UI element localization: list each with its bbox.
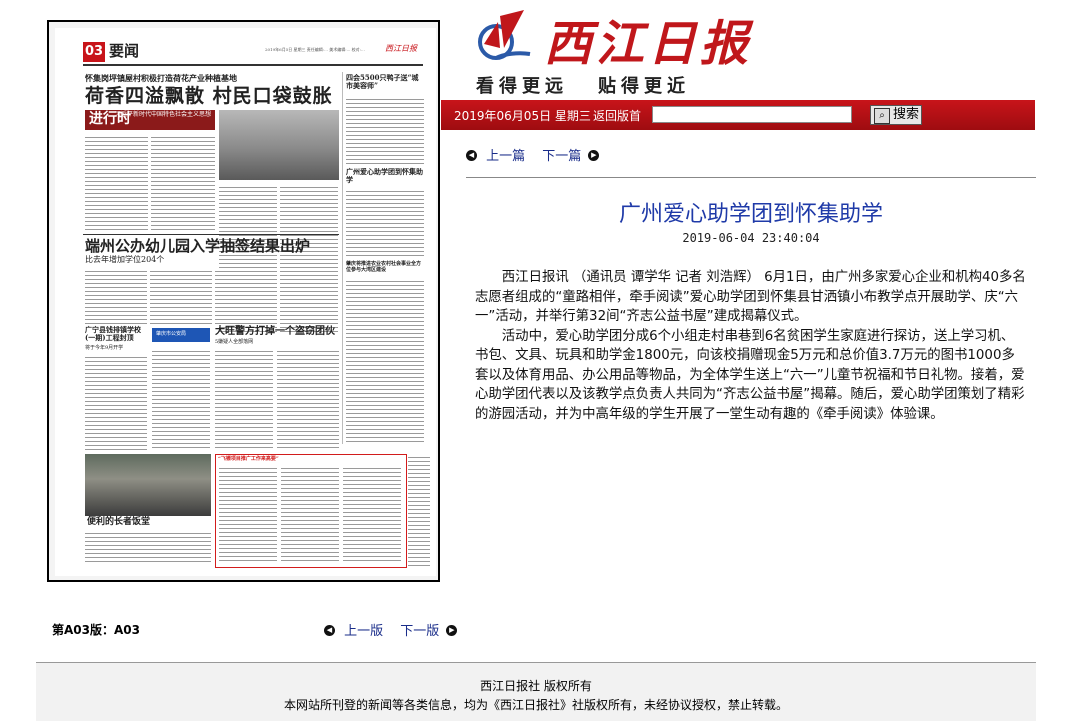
brief3-text bbox=[346, 278, 424, 442]
box-text bbox=[85, 354, 147, 450]
search-icon: ⌕ bbox=[874, 108, 890, 124]
story3-text-col2 bbox=[215, 348, 273, 450]
article-paragraph: 西江日报讯 （通讯员 谭学华 记者 刘浩辉） 6月1日，由广州多家爱心企业和机构… bbox=[475, 270, 1026, 324]
sail-logo-icon bbox=[478, 10, 531, 60]
footer-copyright: 西江日报社 版权所有 bbox=[480, 679, 592, 693]
next-article-link[interactable]: 下一篇 bbox=[542, 149, 581, 164]
story1-text-col4 bbox=[280, 184, 338, 334]
story3-text-col1 bbox=[152, 348, 210, 450]
story3-subhead: 5嫌疑人全部落网 bbox=[215, 339, 254, 345]
prev-page-arrow-icon: ◀ bbox=[324, 625, 335, 636]
prev-arrow-icon: ◀ bbox=[466, 150, 477, 161]
story3-headline: 大旺警方打掉一个盗窃团伙 bbox=[215, 326, 335, 337]
slogan-right: 贴得更近 bbox=[598, 76, 690, 97]
prev-page-link[interactable]: 上一版 bbox=[344, 624, 383, 639]
right-col-text bbox=[408, 454, 430, 566]
header-rule bbox=[83, 64, 423, 66]
story2-text-col3 bbox=[215, 268, 277, 324]
brief1-text bbox=[346, 96, 424, 164]
next-page-arrow-icon: ▶ bbox=[446, 625, 458, 636]
lotus-field-photo bbox=[219, 110, 339, 180]
next-page-link[interactable]: 下一版 bbox=[400, 624, 439, 639]
special-banner: 习近平新时代中国特色社会主义思想 进行时 bbox=[85, 110, 215, 130]
brief2-text bbox=[346, 188, 424, 258]
issue-date: 2019年06月05日 星期三 bbox=[454, 109, 591, 123]
story1-headline: 荷香四溢飘散 村民口袋鼓胀 bbox=[85, 85, 333, 107]
elderly-canteen-photo bbox=[85, 454, 211, 516]
search-button[interactable]: ⌕ 搜索 bbox=[870, 105, 922, 125]
article-body: 西江日报讯 （通讯员 谭学华 记者 刘浩辉） 6月1日，由广州多家爱心企业和机构… bbox=[475, 268, 1027, 424]
article-title: 广州爱心助学团到怀集助学 bbox=[618, 202, 883, 227]
page-header-meta: 2019年6月5日 星期三 责任编辑:... 美术编辑:... 校对:... bbox=[265, 47, 365, 52]
slogan-left: 看得更远 bbox=[476, 76, 568, 97]
newspaper-page-image[interactable]: 03 要闻 2019年6月5日 星期三 责任编辑:... 美术编辑:... 校对… bbox=[47, 20, 440, 582]
box-subhead: 将于今年9月开学 bbox=[85, 345, 124, 351]
article-nav: ◀ 上一篇 下一篇 ▶ bbox=[466, 145, 600, 164]
story2-text-col2 bbox=[150, 268, 212, 324]
section-title: 要闻 bbox=[109, 42, 140, 60]
article-timestamp: 2019-06-04 23:40:04 bbox=[682, 231, 820, 245]
story1-text-col1 bbox=[85, 134, 148, 232]
story2-subhead: 比去年增加学位204个 bbox=[85, 255, 165, 264]
page-label: 第A03版：A03 bbox=[52, 623, 140, 637]
article-divider bbox=[466, 177, 1036, 178]
paper-name-small: 西江日报 bbox=[385, 44, 417, 53]
brief1-headline: 四会5500只鸭子送“城市美容师” bbox=[346, 73, 419, 90]
brand-logo-text: 西江日报 bbox=[544, 16, 753, 72]
box-headline: 广宁县钱排镇学校(一期)工程封顶 bbox=[85, 325, 141, 342]
next-arrow-icon: ▶ bbox=[588, 150, 600, 161]
feature-box: “飞镖项目推广工作来高要” bbox=[215, 454, 407, 568]
story3-text-col3 bbox=[277, 348, 339, 450]
story2-headline: 端州公办幼儿园入学抽签结果出炉 bbox=[85, 237, 311, 255]
brief2-headline: 广州爱心助学团到怀集助学 bbox=[346, 167, 423, 184]
article-paragraph: 活动中，爱心助学团分成6个小组走村串巷到6名贫困学生家庭进行探访，送上学习机、书… bbox=[475, 328, 1025, 422]
page-nav: ◀ 上一版 下一版 ▶ bbox=[324, 620, 458, 639]
story2-text-col1 bbox=[85, 268, 147, 324]
story1-text-col2 bbox=[151, 134, 215, 232]
column-divider bbox=[342, 72, 343, 444]
search-input[interactable] bbox=[652, 106, 852, 123]
newspaper-page: 03 要闻 2019年6月5日 星期三 责任编辑:... 美术编辑:... 校对… bbox=[55, 28, 436, 576]
police-logo-bar: 肇庆市公安局 bbox=[152, 328, 210, 342]
page-number-badge: 03 bbox=[83, 42, 105, 62]
prev-article-link[interactable]: 上一篇 bbox=[486, 149, 525, 164]
back-to-front-page-link[interactable]: 返回版首 bbox=[593, 107, 641, 124]
story1-kicker: 怀集岗坪镇屋村积极打造荷花产业种植基地 bbox=[85, 73, 237, 83]
brief3-headline: 肇庆将推进农业农村社会事业全方位参与大湾区建设 bbox=[346, 261, 422, 273]
photo-caption-text bbox=[85, 530, 211, 564]
footer-notice: 本网站所刊登的新闻等各类信息，均为《西江日报社》社版权所有，未经协议授权，禁止转… bbox=[283, 698, 788, 712]
photo-caption: 便利的长者饭堂 bbox=[87, 517, 151, 527]
story2-rule bbox=[83, 234, 339, 235]
